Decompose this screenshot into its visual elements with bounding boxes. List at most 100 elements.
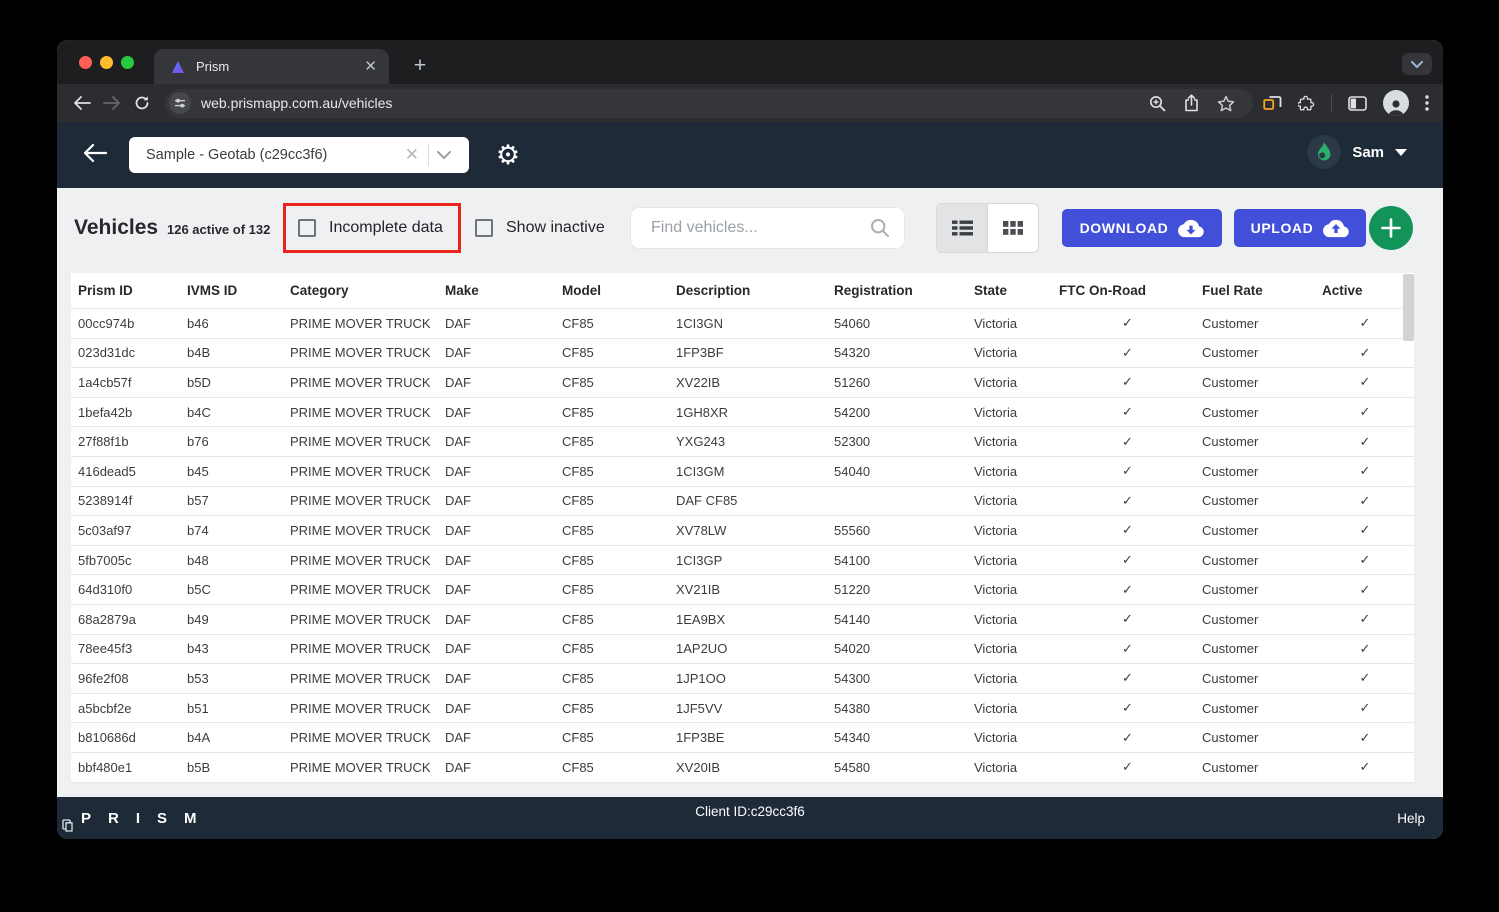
cell-state: Victoria: [974, 493, 1059, 508]
cell-description: 1FP3BF: [676, 345, 834, 360]
browser-menu-kebab-icon[interactable]: [1425, 95, 1429, 111]
cell-ivms-id: b43: [187, 641, 290, 656]
add-vehicle-button[interactable]: [1369, 206, 1413, 250]
clear-selection-icon[interactable]: ✕: [396, 145, 428, 165]
download-label: DOWNLOAD: [1080, 220, 1169, 236]
table-row[interactable]: 1a4cb57fb5DPRIME MOVER TRUCKDAFCF85XV22I…: [71, 368, 1414, 398]
cell-ftc-on-road: ✓: [1059, 552, 1202, 568]
show-inactive-checkbox-group[interactable]: Show inactive: [475, 219, 605, 237]
tab-title: Prism: [196, 59, 364, 74]
cell-ivms-id: b76: [187, 434, 290, 449]
client-id-text: Client ID:c29cc3f6: [57, 804, 1443, 832]
cell-make: DAF: [445, 760, 562, 775]
cell-registration: 54200: [834, 405, 974, 420]
back-icon[interactable]: [67, 88, 97, 118]
cell-model: CF85: [562, 582, 676, 597]
cell-ftc-on-road: ✓: [1059, 700, 1202, 716]
client-selector[interactable]: Sample - Geotab (c29cc3f6) ✕: [129, 137, 469, 173]
user-menu[interactable]: Sam: [1307, 135, 1407, 169]
cell-registration: 54100: [834, 553, 974, 568]
cell-fuel-rate: Customer: [1202, 434, 1322, 449]
zoom-icon[interactable]: [1149, 95, 1166, 112]
address-bar[interactable]: web.prismapp.com.au/vehicles: [165, 89, 1253, 118]
table-body: 00cc974bb46PRIME MOVER TRUCKDAFCF851CI3G…: [71, 309, 1414, 783]
cell-state: Victoria: [974, 405, 1059, 420]
settings-gear-icon[interactable]: ⚙: [487, 134, 529, 176]
fullscreen-window-button[interactable]: [121, 56, 134, 69]
share-icon[interactable]: [1184, 94, 1199, 112]
cell-fuel-rate: Customer: [1202, 553, 1322, 568]
cell-model: CF85: [562, 553, 676, 568]
cell-ivms-id: b46: [187, 316, 290, 331]
table-row[interactable]: 00cc974bb46PRIME MOVER TRUCKDAFCF851CI3G…: [71, 309, 1414, 339]
cell-make: DAF: [445, 730, 562, 745]
app-back-icon[interactable]: [83, 143, 107, 163]
tab-capture-icon[interactable]: [1263, 95, 1282, 112]
copy-icon[interactable]: [62, 819, 73, 832]
table-row[interactable]: 96fe2f08b53PRIME MOVER TRUCKDAFCF851JP1O…: [71, 664, 1414, 694]
table-row[interactable]: bbf480e1b5BPRIME MOVER TRUCKDAFCF85XV20I…: [71, 753, 1414, 783]
reload-icon[interactable]: [127, 88, 157, 118]
table-row[interactable]: 416dead5b45PRIME MOVER TRUCKDAFCF851CI3G…: [71, 457, 1414, 487]
cell-model: CF85: [562, 760, 676, 775]
cell-model: CF85: [562, 671, 676, 686]
browser-window: Prism ✕ + web.prismapp.com.au/vehicles: [57, 40, 1443, 839]
profile-avatar-icon[interactable]: [1383, 90, 1409, 116]
incomplete-data-checkbox-group[interactable]: Incomplete data: [298, 219, 443, 237]
browser-tab[interactable]: Prism ✕: [154, 49, 389, 84]
table-row[interactable]: a5bcbf2eb51PRIME MOVER TRUCKDAFCF851JF5V…: [71, 694, 1414, 724]
minimize-window-button[interactable]: [100, 56, 113, 69]
column-header: IVMS ID: [187, 283, 290, 298]
site-info-icon[interactable]: [169, 92, 191, 114]
list-view-icon: [952, 220, 973, 236]
app-footer: PRISM Client ID:c29cc3f6 Help: [57, 797, 1443, 839]
table-row[interactable]: 68a2879ab49PRIME MOVER TRUCKDAFCF851EA9B…: [71, 605, 1414, 635]
toolbar-divider: [1331, 94, 1332, 112]
table-row[interactable]: 023d31dcb4BPRIME MOVER TRUCKDAFCF851FP3B…: [71, 339, 1414, 369]
table-scrollbar[interactable]: [1403, 274, 1414, 341]
side-panel-icon[interactable]: [1348, 96, 1367, 111]
vehicles-table: Prism IDIVMS IDCategoryMakeModelDescript…: [71, 273, 1414, 783]
table-row[interactable]: b810686db4APRIME MOVER TRUCKDAFCF851FP3B…: [71, 723, 1414, 753]
search-input[interactable]: [651, 219, 870, 237]
cell-description: 1CI3GN: [676, 316, 834, 331]
table-row[interactable]: 5fb7005cb48PRIME MOVER TRUCKDAFCF851CI3G…: [71, 546, 1414, 576]
table-row[interactable]: 5238914fb57PRIME MOVER TRUCKDAFCF85DAF C…: [71, 487, 1414, 517]
cell-category: PRIME MOVER TRUCK: [290, 375, 445, 390]
tab-close-icon[interactable]: ✕: [364, 59, 377, 74]
download-button[interactable]: DOWNLOAD: [1062, 209, 1222, 247]
upload-button[interactable]: UPLOAD: [1234, 209, 1366, 247]
cell-ftc-on-road: ✓: [1059, 641, 1202, 657]
table-row[interactable]: 64d310f0b5CPRIME MOVER TRUCKDAFCF85XV21I…: [71, 575, 1414, 605]
grid-view-button[interactable]: [988, 204, 1038, 252]
incomplete-data-checkbox[interactable]: [298, 219, 316, 237]
cell-state: Victoria: [974, 316, 1059, 331]
forward-icon[interactable]: [97, 88, 127, 118]
extensions-puzzle-icon[interactable]: [1298, 95, 1315, 112]
active-count: 126 active of 132: [167, 222, 270, 237]
cell-model: CF85: [562, 730, 676, 745]
cell-model: CF85: [562, 464, 676, 479]
close-window-button[interactable]: [79, 56, 92, 69]
tab-search-chevron-icon[interactable]: [1402, 53, 1432, 75]
table-row[interactable]: 5c03af97b74PRIME MOVER TRUCKDAFCF85XV78L…: [71, 516, 1414, 546]
cell-prism-id: 023d31dc: [78, 345, 187, 360]
table-row[interactable]: 78ee45f3b43PRIME MOVER TRUCKDAFCF851AP2U…: [71, 635, 1414, 665]
new-tab-button[interactable]: +: [405, 52, 435, 80]
table-row[interactable]: 27f88f1bb76PRIME MOVER TRUCKDAFCF85YXG24…: [71, 427, 1414, 457]
bookmark-star-icon[interactable]: [1217, 95, 1235, 112]
cell-description: DAF CF85: [676, 493, 834, 508]
column-header: Description: [676, 283, 834, 298]
cell-active: ✓: [1322, 641, 1414, 657]
cell-registration: 51260: [834, 375, 974, 390]
cell-ftc-on-road: ✓: [1059, 730, 1202, 746]
cell-make: DAF: [445, 405, 562, 420]
list-view-button[interactable]: [937, 204, 988, 252]
selector-chevron-down-icon[interactable]: [429, 151, 459, 159]
cell-active: ✓: [1322, 463, 1414, 479]
cell-description: 1EA9BX: [676, 612, 834, 627]
cell-fuel-rate: Customer: [1202, 612, 1322, 627]
show-inactive-checkbox[interactable]: [475, 219, 493, 237]
help-link[interactable]: Help: [1397, 811, 1425, 826]
table-row[interactable]: 1befa42bb4CPRIME MOVER TRUCKDAFCF851GH8X…: [71, 398, 1414, 428]
